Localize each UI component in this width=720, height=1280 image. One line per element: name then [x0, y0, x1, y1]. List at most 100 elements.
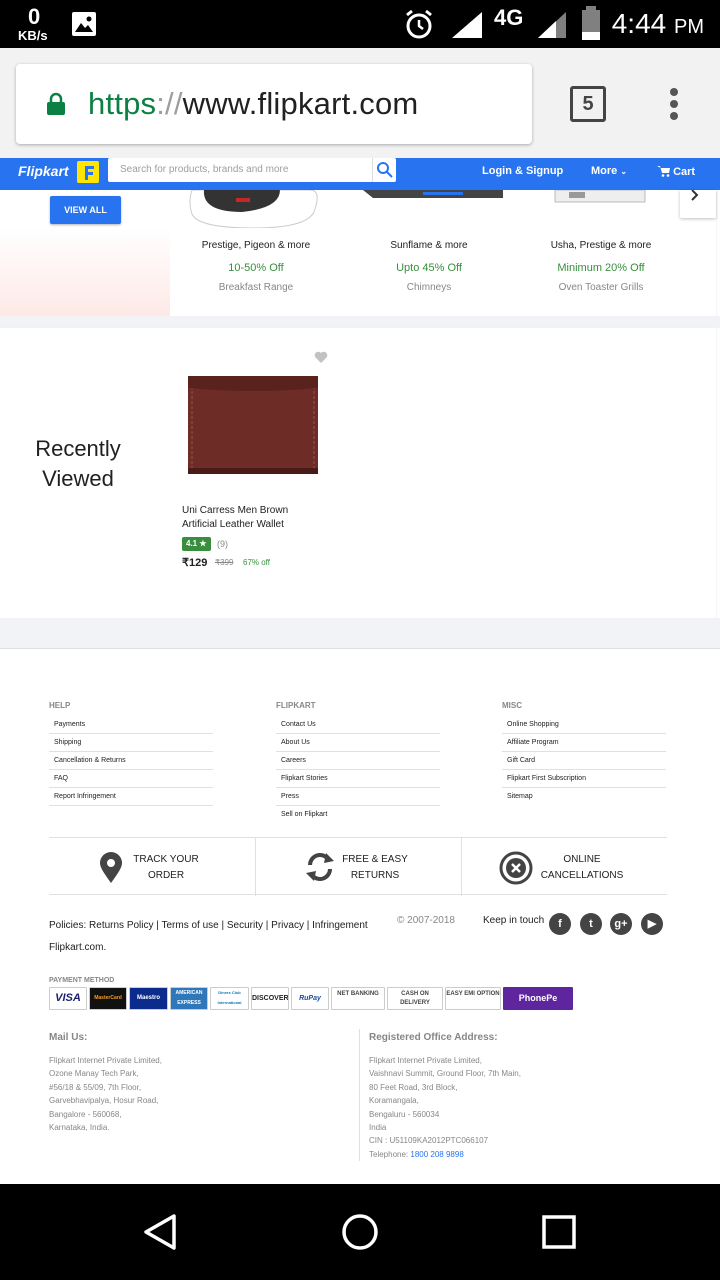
more-menu[interactable]: More ⌄ — [591, 165, 627, 177]
footer-link[interactable]: Payments — [49, 716, 213, 734]
search-input[interactable]: Search for products, brands and more — [108, 158, 396, 182]
chevron-down-icon: ⌄ — [620, 167, 628, 176]
overflow-menu-icon[interactable] — [664, 84, 684, 124]
registered-office-address: Flipkart Internet Private Limited, Vaish… — [369, 1056, 521, 1159]
diners-club-badge: Diners Club International — [210, 987, 249, 1010]
footer-link[interactable]: Sell on Flipkart — [276, 806, 440, 824]
wishlist-heart-icon[interactable] — [314, 350, 328, 364]
deal-brands: Prestige, Pigeon & more — [201, 240, 311, 251]
keep-in-touch-label: Keep in touch — [483, 915, 545, 926]
footer-link[interactable]: About Us — [276, 734, 440, 752]
status-bar: 0 KB/s 4G 4:44 PM — [0, 0, 720, 48]
footer-link[interactable]: Online Shopping — [502, 716, 666, 734]
footer-link[interactable]: Gift Card — [502, 752, 666, 770]
security-link[interactable]: Security — [227, 920, 263, 931]
address-bar[interactable]: https://www.flipkart.com — [16, 64, 532, 144]
net-banking-badge: NET BANKING — [331, 987, 385, 1010]
track-order-service[interactable]: TRACK YOUR ORDER — [49, 838, 255, 896]
footer-link[interactable]: Shipping — [49, 734, 213, 752]
network-speed-value: 0 — [28, 4, 41, 29]
home-icon[interactable] — [340, 1212, 380, 1252]
deal-card[interactable]: Prestige, Pigeon & more 10-50% Off Break… — [170, 190, 342, 316]
footer-link[interactable]: Contact Us — [276, 716, 440, 734]
deal-card[interactable]: Usha, Prestige & more Minimum 20% Off Ov… — [515, 190, 687, 316]
payment-method-heading: PAYMENT METHOD — [49, 977, 115, 984]
deals-carousel: VIEW ALL Prestige, Pigeon & more 10-50% … — [0, 189, 716, 316]
lock-icon — [47, 92, 65, 115]
battery-icon — [582, 6, 600, 40]
product-price: ₹129 — [182, 557, 208, 569]
product-image[interactable] — [186, 368, 320, 480]
registered-office-heading: Registered Office Address: — [369, 1032, 498, 1043]
site-footer: HELP Payments Shipping Cancellation & Re… — [0, 648, 720, 1184]
oven-toaster-grill-image — [554, 190, 646, 203]
mail-address: Flipkart Internet Private Limited, Ozone… — [49, 1056, 162, 1133]
copyright: © 2007-2018 — [397, 915, 455, 926]
footer-link[interactable]: Careers — [276, 752, 440, 770]
maestro-badge: Maestro — [129, 987, 168, 1010]
google-plus-icon[interactable]: g+ — [610, 913, 632, 935]
product-mrp: ₹399 — [215, 558, 234, 567]
footer-link[interactable]: Sitemap — [502, 788, 666, 806]
deal-card[interactable]: Sunflame & more Upto 45% Off Chimneys — [343, 190, 515, 316]
signal-strength-icon — [452, 12, 482, 38]
browser-toolbar: https://www.flipkart.com 5 — [0, 48, 720, 158]
footer-link[interactable]: FAQ — [49, 770, 213, 788]
american-express-badge: AMERICAN EXPRESS — [170, 987, 208, 1010]
site-header: Flipkart Search for products, brands and… — [0, 158, 720, 190]
recently-viewed-section: Recently Viewed Uni Carress Men Brown Ar… — [0, 328, 716, 618]
rating-badge: 4.1 ★ — [182, 537, 211, 551]
clock: 4:44 PM — [611, 8, 704, 39]
carousel-next-button[interactable] — [680, 189, 716, 218]
login-signup-link[interactable]: Login & Signup — [482, 165, 563, 177]
footer-heading: MISC — [502, 701, 522, 710]
infringement-link[interactable]: Infringement — [312, 920, 368, 931]
deal-category: Breakfast Range — [218, 282, 294, 293]
footer-column-misc: MISC Online Shopping Affiliate Program G… — [502, 701, 666, 806]
breakfast-appliance-image — [189, 190, 318, 228]
easy-emi-badge: EASY EMI OPTION — [445, 987, 501, 1010]
cart-icon — [657, 166, 670, 177]
tab-switcher-button[interactable]: 5 — [570, 86, 606, 122]
privacy-link[interactable]: Privacy — [271, 920, 304, 931]
footer-column-help: HELP Payments Shipping Cancellation & Re… — [49, 701, 213, 806]
deal-offer: Upto 45% Off — [396, 262, 462, 274]
terms-of-use-link[interactable]: Terms of use — [161, 920, 218, 931]
cart-link[interactable]: Cart — [657, 165, 695, 178]
section-divider — [0, 316, 720, 328]
product-name[interactable]: Uni Carress Men Brown Artificial Leather… — [182, 504, 322, 532]
alarm-icon — [406, 9, 432, 39]
url-text[interactable]: https://www.flipkart.com — [88, 86, 418, 122]
youtube-icon[interactable]: ▶ — [641, 913, 663, 935]
deal-offer: 10-50% Off — [228, 262, 284, 274]
footer-link[interactable]: Affiliate Program — [502, 734, 666, 752]
flipkart-logo[interactable]: Flipkart — [18, 163, 69, 179]
deal-offer: Minimum 20% Off — [557, 262, 645, 274]
facebook-icon[interactable]: f — [549, 913, 571, 935]
recents-icon[interactable] — [541, 1214, 577, 1250]
footer-link[interactable]: Report Infringement — [49, 788, 213, 806]
view-all-button[interactable]: VIEW ALL — [50, 196, 121, 224]
footer-link[interactable]: Flipkart Stories — [276, 770, 440, 788]
search-placeholder: Search for products, brands and more — [120, 164, 289, 175]
footer-link[interactable]: Cancellation & Returns — [49, 752, 213, 770]
footer-link[interactable]: Flipkart First Subscription — [502, 770, 666, 788]
free-returns-service[interactable]: FREE & EASY RETURNS — [255, 838, 461, 896]
footer-link[interactable]: Press — [276, 788, 440, 806]
address-divider — [359, 1029, 360, 1161]
search-button[interactable] — [372, 158, 396, 182]
search-icon — [377, 162, 393, 178]
twitter-icon[interactable]: t — [580, 913, 602, 935]
returns-policy-link[interactable]: Returns Policy — [89, 920, 153, 931]
deals-banner: VIEW ALL — [0, 190, 170, 316]
mastercard-badge: MasterCard — [89, 987, 127, 1010]
back-icon[interactable] — [140, 1212, 180, 1252]
chevron-right-icon — [691, 189, 699, 201]
flipkart-logo-icon[interactable] — [77, 161, 99, 183]
section-divider — [0, 618, 720, 648]
online-cancellations-service[interactable]: ONLINE CANCELLATIONS — [461, 838, 667, 896]
policies-label: Policies: — [49, 920, 87, 931]
telephone-link[interactable]: 1800 208 9898 — [410, 1150, 463, 1159]
product-discount: 67% off — [243, 558, 270, 567]
footer-column-flipkart: FLIPKART Contact Us About Us Careers Fli… — [276, 701, 440, 824]
